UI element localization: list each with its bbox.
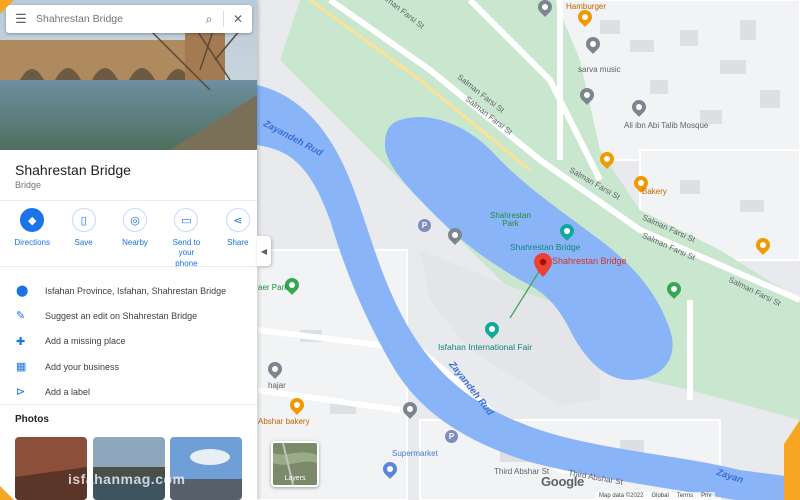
phone-icon: ▭ bbox=[174, 208, 199, 232]
poi-hamburger: Hamburger bbox=[566, 2, 607, 11]
parking-icon[interactable]: P bbox=[445, 430, 458, 443]
add-label-text: Add a label bbox=[45, 386, 91, 397]
collapse-panel-button[interactable]: ◀ bbox=[257, 236, 271, 266]
add-label-row[interactable]: ⊳ Add a label bbox=[0, 379, 257, 404]
photo-thumbnail[interactable] bbox=[170, 437, 242, 500]
corner-decoration bbox=[0, 486, 14, 500]
add-business-icon: ▦ bbox=[16, 361, 27, 374]
photos-heading: Photos bbox=[15, 414, 49, 425]
search-input[interactable]: Shahrestan Bridge bbox=[36, 13, 195, 25]
location-pin-icon: ⬤ bbox=[16, 285, 29, 298]
menu-icon[interactable]: ☰ bbox=[6, 11, 36, 27]
add-business-row[interactable]: ▦ Add your business bbox=[0, 354, 257, 379]
layers-label: Layers bbox=[284, 475, 306, 482]
info-list: ⬤ Isfahan Province, Isfahan, Shahrestan … bbox=[0, 278, 257, 404]
place-hero-photo[interactable]: ☰ Shahrestan Bridge ⌕ ✕ bbox=[0, 0, 257, 150]
poi-hajar: hajar bbox=[268, 381, 286, 390]
action-label: Share bbox=[227, 238, 249, 247]
global-link[interactable]: Global bbox=[651, 492, 668, 500]
add-missing-place-text: Add a missing place bbox=[45, 336, 126, 347]
action-label: Directions bbox=[14, 238, 50, 247]
divider bbox=[0, 404, 257, 405]
place-title: Shahrestan Bridge bbox=[15, 162, 131, 178]
label-icon: ⊳ bbox=[16, 386, 26, 399]
photo-thumbnail[interactable] bbox=[15, 437, 87, 500]
photo-image bbox=[170, 437, 242, 500]
photo-image bbox=[93, 437, 165, 500]
pencil-icon: ✎ bbox=[16, 310, 26, 323]
directions-button[interactable]: ◆ Directions bbox=[13, 208, 51, 269]
share-button[interactable]: ⋖ Share bbox=[219, 208, 257, 269]
add-missing-place-row[interactable]: ✚ Add a missing place bbox=[0, 329, 257, 354]
privacy-link[interactable]: Priv bbox=[701, 492, 711, 500]
photo-image bbox=[15, 437, 87, 500]
poi-aer-park: aer Park bbox=[258, 283, 289, 292]
poi-sarva-music: sarva music bbox=[578, 65, 621, 74]
search-icon[interactable]: ⌕ bbox=[195, 12, 223, 27]
action-label: Send to your phone bbox=[172, 238, 201, 268]
google-logo: Google bbox=[541, 474, 584, 489]
nearby-icon: ◎ bbox=[123, 208, 148, 232]
place-category[interactable]: Bridge bbox=[15, 180, 41, 190]
watermark-text: isfahanmag.com bbox=[68, 471, 186, 487]
poi-supermarket: Supermarket bbox=[392, 449, 438, 458]
parking-icon[interactable]: P bbox=[418, 219, 431, 232]
divider bbox=[0, 266, 257, 267]
share-icon: ⋖ bbox=[225, 208, 250, 232]
poi-bridge-label: Shahrestan Bridge bbox=[510, 242, 581, 252]
add-business-text: Add your business bbox=[45, 361, 120, 372]
add-place-icon: ✚ bbox=[16, 335, 26, 348]
poi-abshar-bakery: Abshar bakery bbox=[258, 417, 310, 426]
map-footer: Map data ©2022 Global Terms Priv bbox=[595, 492, 716, 500]
selected-place-marker-icon[interactable] bbox=[534, 253, 552, 277]
save-button[interactable]: ▯ Save bbox=[64, 208, 102, 269]
address-row[interactable]: ⬤ Isfahan Province, Isfahan, Shahrestan … bbox=[0, 278, 257, 303]
suggest-edit-row[interactable]: ✎ Suggest an edit on Shahrestan Bridge bbox=[0, 303, 257, 328]
poi-isfahan-fair: Isfahan International Fair bbox=[438, 342, 533, 352]
poi-mosque: Ali ibn Abi Talib Mosque bbox=[624, 121, 709, 130]
bookmark-icon: ▯ bbox=[71, 208, 96, 232]
poi-shahrestan-park: Shahrestan Park bbox=[490, 211, 531, 228]
directions-icon: ◆ bbox=[20, 208, 45, 232]
place-panel: ☰ Shahrestan Bridge ⌕ ✕ Shahrestan Bridg… bbox=[0, 0, 257, 500]
photo-thumbnail[interactable] bbox=[93, 437, 165, 500]
action-label: Nearby bbox=[122, 238, 148, 247]
selected-place-label: Shahrestan Bridge bbox=[552, 256, 627, 266]
terms-link[interactable]: Terms bbox=[677, 492, 693, 500]
divider bbox=[0, 200, 257, 201]
poi-bakery: Bakery bbox=[642, 187, 667, 196]
layers-button[interactable]: Layers bbox=[271, 441, 319, 487]
map-data-credit: Map data ©2022 bbox=[599, 493, 644, 499]
search-bar[interactable]: ☰ Shahrestan Bridge ⌕ ✕ bbox=[6, 5, 252, 33]
close-icon[interactable]: ✕ bbox=[224, 12, 252, 26]
nearby-button[interactable]: ◎ Nearby bbox=[116, 208, 154, 269]
suggest-edit-text: Suggest an edit on Shahrestan Bridge bbox=[45, 310, 198, 321]
action-bar: ◆ Directions ▯ Save ◎ Nearby ▭ Send to y… bbox=[0, 208, 257, 269]
action-label: Save bbox=[74, 238, 93, 247]
address-text: Isfahan Province, Isfahan, Shahrestan Br… bbox=[45, 285, 227, 296]
send-to-phone-button[interactable]: ▭ Send to your phone bbox=[167, 208, 205, 269]
